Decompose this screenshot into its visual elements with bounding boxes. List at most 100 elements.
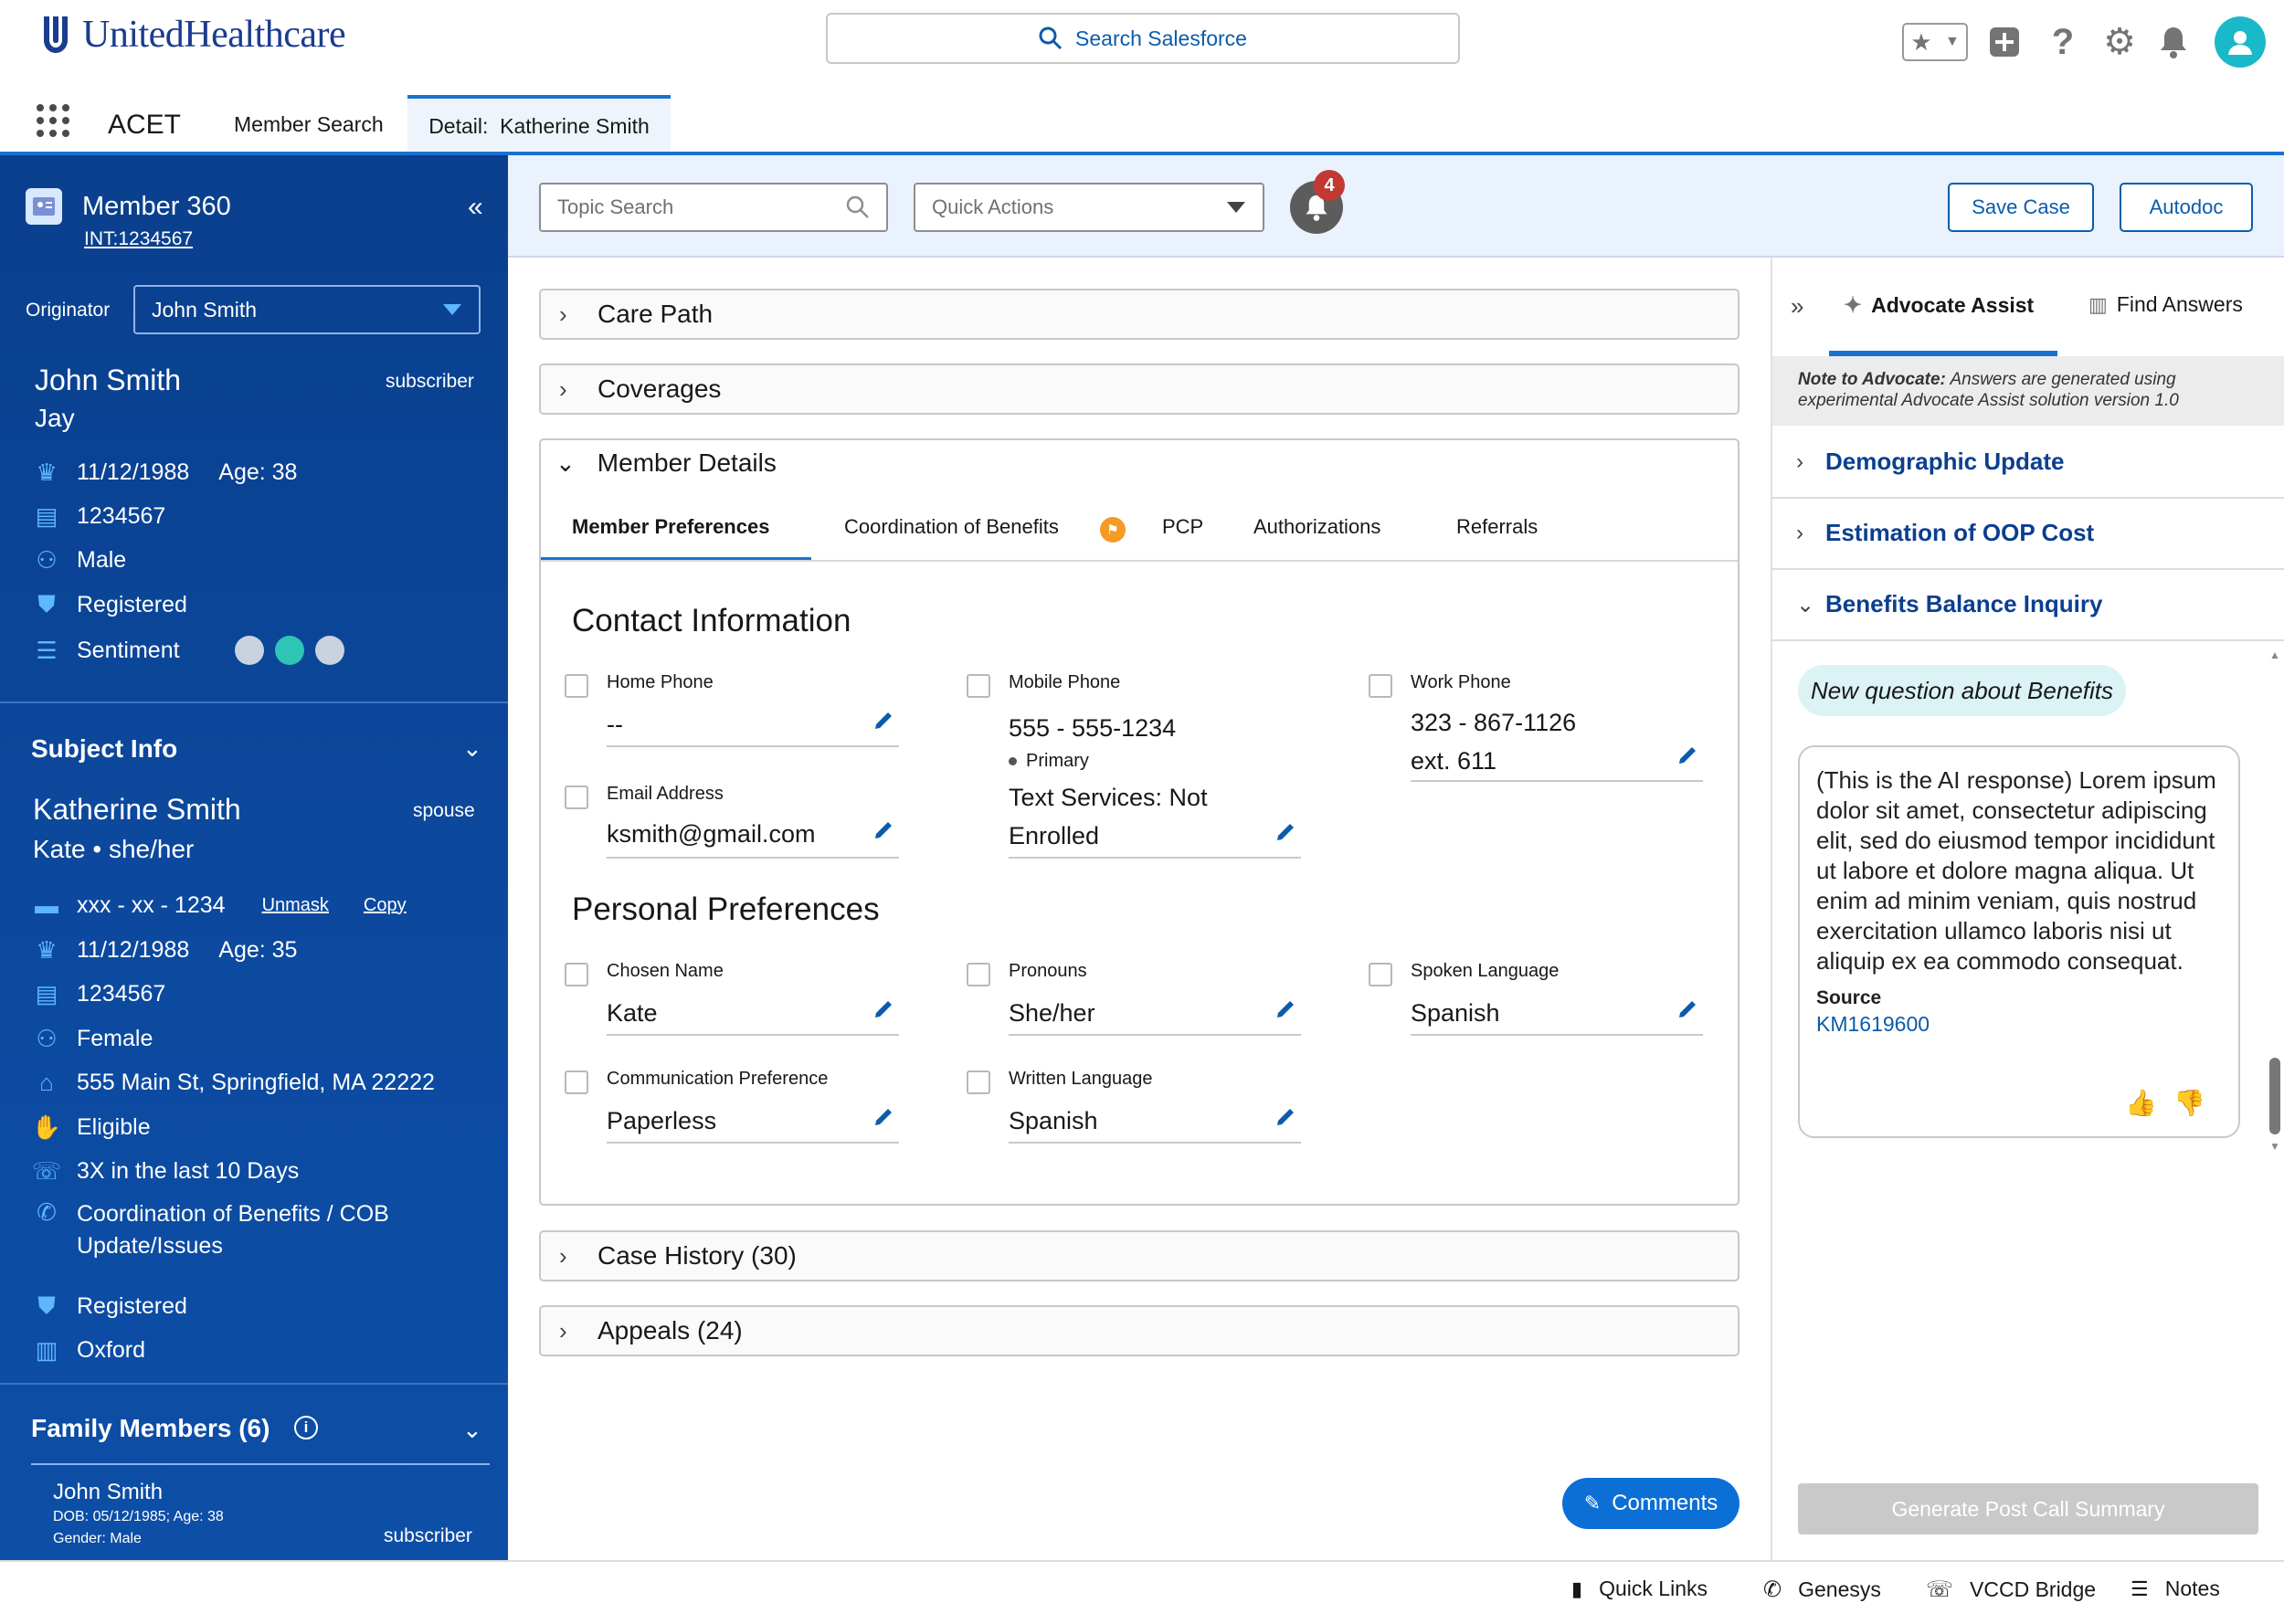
pronouns-checkbox[interactable] bbox=[967, 963, 990, 986]
communication-preference-checkbox[interactable] bbox=[565, 1070, 588, 1094]
chosen-name-checkbox[interactable] bbox=[565, 963, 588, 986]
estimation-oop-cost-item[interactable]: Estimation of OOP Cost bbox=[1825, 519, 2094, 547]
tab-member-search[interactable]: Member Search bbox=[234, 112, 384, 137]
section-title: Case History (30) bbox=[597, 1241, 797, 1270]
member-details-header[interactable]: ⌄ Member Details bbox=[541, 440, 1738, 486]
member-id-link[interactable]: INT:1234567 bbox=[84, 228, 193, 250]
scrollbar-thumb[interactable] bbox=[2269, 1058, 2280, 1134]
work-phone-checkbox[interactable] bbox=[1369, 674, 1392, 698]
tab-find-answers[interactable]: ▥ Find Answers bbox=[2088, 292, 2243, 317]
scroll-down-icon[interactable]: ▼ bbox=[2269, 1140, 2282, 1155]
field-underline bbox=[1411, 1034, 1703, 1036]
edit-pencil-icon[interactable] bbox=[1676, 743, 1699, 767]
thumbs-down-icon[interactable]: 👎 bbox=[2173, 1088, 2205, 1118]
sad-face-icon[interactable] bbox=[234, 636, 264, 665]
edit-pencil-icon[interactable] bbox=[1676, 997, 1699, 1021]
bell-icon[interactable] bbox=[2158, 25, 2194, 59]
originator-select[interactable]: John Smith bbox=[133, 285, 481, 334]
benefits-balance-inquiry-item[interactable]: Benefits Balance Inquiry bbox=[1825, 590, 2102, 618]
plus-square-icon bbox=[1990, 27, 2019, 57]
case-history-section[interactable]: › Case History (30) bbox=[539, 1230, 1739, 1281]
gear-icon[interactable]: ⚙ bbox=[2101, 20, 2138, 64]
expand-panel-icon[interactable]: » bbox=[1791, 292, 1803, 321]
people-icon: ⚇ bbox=[36, 1024, 58, 1052]
advocate-note: Note to Advocate: Answers are generated … bbox=[1772, 356, 2284, 426]
search-placeholder: Search Salesforce bbox=[1075, 26, 1247, 50]
chevron-down-icon[interactable]: ⌄ bbox=[462, 734, 482, 763]
search-input[interactable]: Search Salesforce bbox=[826, 13, 1460, 64]
comments-button[interactable]: ✎ Comments bbox=[1562, 1478, 1739, 1529]
divider bbox=[1772, 497, 2284, 499]
copy-link[interactable]: Copy bbox=[364, 895, 407, 916]
tab-authorizations[interactable]: Authorizations bbox=[1253, 515, 1380, 539]
home-phone-value: -- bbox=[607, 711, 623, 738]
coverages-section[interactable]: › Coverages bbox=[539, 364, 1739, 415]
flag-icon: ⚑ bbox=[1100, 517, 1126, 543]
field-underline bbox=[607, 1142, 899, 1144]
help-icon[interactable]: ? bbox=[2045, 20, 2081, 64]
family-member-role: subscriber bbox=[384, 1525, 472, 1546]
tab-member-preferences[interactable]: Member Preferences bbox=[572, 515, 769, 539]
save-case-button[interactable]: Save Case bbox=[1948, 183, 2094, 232]
spoken-language-checkbox[interactable] bbox=[1369, 963, 1392, 986]
favorites-button[interactable]: ★ ▼ bbox=[1902, 23, 1968, 61]
work-phone-ext: ext. 611 bbox=[1411, 747, 1497, 775]
collapse-panel-icon[interactable]: « bbox=[468, 192, 483, 223]
global-actions-button[interactable] bbox=[1988, 26, 2025, 58]
subject-gender-row: ⚇ Female bbox=[33, 1025, 153, 1052]
demographic-update-item[interactable]: Demographic Update bbox=[1825, 448, 2065, 476]
generate-post-call-summary-button[interactable]: Generate Post Call Summary bbox=[1798, 1483, 2258, 1534]
source-link[interactable]: KM1619600 bbox=[1816, 1011, 2222, 1037]
home-phone-checkbox[interactable] bbox=[565, 674, 588, 698]
app-launcher-icon[interactable] bbox=[37, 104, 69, 137]
neutral-face-icon[interactable] bbox=[314, 636, 344, 665]
subject-calls-row: ☏ 3X in the last 10 Days bbox=[31, 1156, 300, 1185]
quick-actions-select[interactable]: Quick Actions bbox=[914, 183, 1264, 232]
book-icon: ▥ bbox=[2088, 292, 2108, 316]
personal-preferences-heading: Personal Preferences bbox=[572, 891, 880, 927]
subject-network-row: ▥ Oxford bbox=[33, 1336, 145, 1364]
edit-pencil-icon[interactable] bbox=[872, 709, 895, 733]
tab-coordination-of-benefits[interactable]: Coordination of Benefits bbox=[844, 515, 1059, 539]
topic-search-input[interactable]: Topic Search bbox=[539, 183, 888, 232]
autodoc-button[interactable]: Autodoc bbox=[2120, 183, 2253, 232]
edit-pencil-icon[interactable] bbox=[872, 818, 895, 842]
edit-pencil-icon[interactable] bbox=[1274, 1105, 1297, 1129]
edit-pencil-icon[interactable] bbox=[1274, 997, 1297, 1021]
tab-detail-katherine-smith[interactable]: Detail: Katherine Smith bbox=[407, 95, 671, 153]
scroll-up-icon[interactable]: ▲ bbox=[2269, 649, 2282, 663]
family-member-name[interactable]: John Smith bbox=[53, 1480, 163, 1505]
field-underline bbox=[607, 1034, 899, 1036]
field-underline bbox=[1009, 857, 1301, 859]
chevron-down-icon[interactable]: ⌄ bbox=[462, 1416, 482, 1444]
user-icon bbox=[2228, 31, 2252, 55]
id-card-icon: ▤ bbox=[35, 501, 58, 530]
quick-links-item[interactable]: ▮ Quick Links bbox=[1571, 1577, 1708, 1601]
info-icon[interactable]: i bbox=[294, 1416, 318, 1439]
mobile-phone-checkbox[interactable] bbox=[967, 674, 990, 698]
happy-face-icon[interactable] bbox=[274, 636, 304, 665]
tab-pcp[interactable]: PCP bbox=[1162, 515, 1203, 539]
written-language-checkbox[interactable] bbox=[967, 1070, 990, 1094]
edit-pencil-icon[interactable] bbox=[1274, 820, 1297, 844]
thumbs-up-icon[interactable]: 👍 bbox=[2125, 1088, 2157, 1118]
appeals-section[interactable]: › Appeals (24) bbox=[539, 1305, 1739, 1356]
pronouns-value: She/her bbox=[1009, 999, 1095, 1027]
tab-referrals[interactable]: Referrals bbox=[1456, 515, 1538, 539]
unmask-link[interactable]: Unmask bbox=[262, 895, 329, 916]
bookmark-icon: ▮ bbox=[1571, 1577, 1583, 1600]
notes-item[interactable]: ☰ Notes bbox=[2131, 1577, 2220, 1601]
email-checkbox[interactable] bbox=[565, 786, 588, 809]
vccd-bridge-item[interactable]: ☏ VCCD Bridge bbox=[1926, 1577, 2096, 1603]
tab-advocate-assist[interactable]: ✦ Advocate Assist bbox=[1844, 292, 2034, 319]
care-path-section[interactable]: › Care Path bbox=[539, 289, 1739, 340]
edit-pencil-icon[interactable] bbox=[872, 997, 895, 1021]
edit-pencil-icon[interactable] bbox=[872, 1105, 895, 1129]
user-avatar[interactable] bbox=[2215, 16, 2266, 68]
divider bbox=[0, 701, 508, 703]
genesys-item[interactable]: ✆ Genesys bbox=[1763, 1577, 1881, 1603]
spoken-language-label: Spoken Language bbox=[1411, 961, 1560, 981]
section-title: Coverages bbox=[597, 374, 722, 403]
brand-logo[interactable]: UnitedHealthcare bbox=[40, 13, 346, 57]
originator-label: Originator bbox=[26, 300, 111, 321]
